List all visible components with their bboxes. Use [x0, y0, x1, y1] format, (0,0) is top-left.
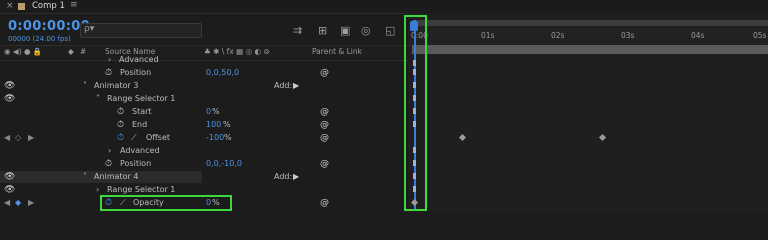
frame-count-display: 00000 (24.00 fps) [8, 35, 71, 43]
render-queue-icon[interactable]: ⇉ [293, 24, 302, 37]
ruler-tick-label: 05s [753, 31, 767, 40]
time-ruler[interactable] [408, 27, 768, 46]
property-row-position-2[interactable]: ⏱ Position 0,0,-10,0 @ [0, 158, 408, 170]
ruler-tick-label: 04s [691, 31, 705, 40]
property-label: Position [120, 68, 152, 77]
property-label: Advanced [120, 146, 160, 155]
close-tab-icon[interactable]: × [6, 1, 14, 11]
next-keyframe-icon[interactable]: ▶ [28, 198, 34, 207]
range-selector-label: Range Selector 1 [107, 185, 176, 194]
property-label: Offset [146, 133, 171, 142]
property-row-advanced-2[interactable]: › Advanced [0, 145, 408, 157]
pickwhip-icon[interactable]: @ [320, 107, 329, 117]
draft-3d-icon[interactable]: ▣ [340, 24, 350, 37]
composition-tab-title[interactable]: Comp 1 [32, 1, 65, 11]
pickwhip-icon[interactable]: @ [320, 133, 329, 143]
graph-editor-icon[interactable]: ◱ [385, 24, 395, 37]
property-value[interactable]: 100 [206, 120, 221, 129]
visibility-eye-icon[interactable]: 👁 [4, 81, 15, 91]
composition-color-swatch [18, 3, 25, 10]
range-selector-label: Range Selector 1 [107, 94, 176, 103]
visibility-eye-icon[interactable]: 👁 [4, 94, 15, 104]
ruler-tick-label: 01s [481, 31, 495, 40]
add-label: Add: [274, 172, 293, 181]
property-label: Start [132, 107, 152, 116]
add-property-button[interactable]: ▶ [293, 81, 299, 90]
unit-label: % [224, 133, 232, 142]
add-property-button[interactable]: ▶ [293, 172, 299, 181]
keyframe-at-time-icon[interactable]: ◆ [15, 198, 21, 207]
current-time-display[interactable]: 0:00:00:00 [8, 19, 90, 34]
property-label: Advanced [119, 55, 159, 64]
parent-link-header[interactable]: Parent & Link [312, 47, 362, 56]
twirl-right-icon[interactable]: › [108, 146, 111, 155]
label-column-icon[interactable]: ◆ [68, 47, 74, 56]
property-label: Position [120, 159, 152, 168]
property-row-position-1[interactable]: ⏱ Position 0,0,50,0 @ [0, 67, 408, 79]
ruler-tick-label: 03s [621, 31, 635, 40]
animator-label: Animator 4 [94, 172, 139, 181]
graph-icon[interactable]: ⟋ [131, 133, 137, 143]
animator-row-3[interactable]: 👁 ˅ Animator 3 Add: ▶ [0, 80, 408, 92]
visibility-eye-icon[interactable]: 👁 [4, 172, 15, 182]
composition-flow-icon[interactable]: ⊞ [318, 24, 327, 37]
previous-keyframe-icon[interactable]: ◀ [4, 133, 10, 142]
visibility-eye-icon[interactable]: 👁 [4, 185, 15, 195]
stopwatch-icon[interactable]: ⏱ [117, 107, 124, 117]
property-row-offset[interactable]: ◀ ◇ ▶ ⏱ ⟋ Offset -100 % @ [0, 132, 408, 144]
layer-number-header[interactable]: # [80, 47, 86, 56]
av-features-icon[interactable]: ◉ ◀) ● 🔒 [4, 47, 42, 56]
ruler-tick-label: 02s [551, 31, 565, 40]
animator-4-add-cell: Add: ▶ [202, 171, 408, 183]
search-icon: ρ▾ [84, 24, 95, 34]
twirl-down-icon[interactable]: ˅ [83, 172, 87, 181]
property-value[interactable]: -100 [206, 133, 224, 142]
pickwhip-icon[interactable]: @ [320, 159, 329, 169]
layer-search-input[interactable]: ρ▾ [80, 23, 202, 38]
range-selector-row-3[interactable]: 👁 ˅ Range Selector 1 [0, 93, 408, 105]
pickwhip-icon[interactable]: @ [320, 68, 329, 78]
add-label: Add: [274, 81, 293, 90]
pickwhip-icon[interactable]: @ [320, 120, 329, 130]
animator-label: Animator 3 [94, 81, 139, 90]
property-twirl-icon[interactable]: › [108, 55, 111, 64]
time-navigator-bar[interactable] [412, 20, 768, 26]
unit-label: % [223, 120, 231, 129]
motion-blur-icon[interactable]: ◎ [361, 24, 371, 37]
switches-header[interactable]: ♣ ✱ \ fx ▦ ◎ ◐ ⊚ [204, 47, 270, 56]
property-label: End [132, 120, 148, 129]
stopwatch-icon[interactable]: ⏱ [117, 120, 124, 130]
highlight-box-playhead [404, 15, 427, 211]
unit-label: % [212, 107, 220, 116]
property-value[interactable]: 0 [206, 107, 211, 116]
property-value[interactable]: 0,0,50,0 [206, 68, 239, 77]
work-area-bar[interactable] [412, 45, 768, 54]
property-row-start[interactable]: ⏱ Start 0 % @ [0, 106, 408, 118]
stopwatch-active-icon[interactable]: ⏱ [117, 133, 124, 143]
stopwatch-icon[interactable]: ⏱ [105, 68, 112, 78]
next-keyframe-icon[interactable]: ▶ [28, 133, 34, 142]
twirl-down-icon[interactable]: ˅ [83, 81, 87, 90]
property-value[interactable]: 0,0,-10,0 [206, 159, 242, 168]
property-row-end[interactable]: ⏱ End 100 % @ [0, 119, 408, 131]
highlight-box-opacity [100, 195, 232, 211]
previous-keyframe-icon[interactable]: ◀ [4, 198, 10, 207]
composition-tab-bar: × Comp 1 ≡ [0, 0, 768, 14]
panel-menu-icon[interactable]: ≡ [70, 0, 78, 10]
stopwatch-icon[interactable]: ⏱ [105, 159, 112, 169]
add-keyframe-icon[interactable]: ◇ [15, 133, 21, 142]
twirl-right-icon[interactable]: › [96, 185, 99, 194]
twirl-down-icon[interactable]: ˅ [96, 94, 100, 103]
animator-row-4[interactable]: 👁 ˅ Animator 4 [0, 171, 202, 183]
pickwhip-icon[interactable]: @ [320, 198, 329, 208]
